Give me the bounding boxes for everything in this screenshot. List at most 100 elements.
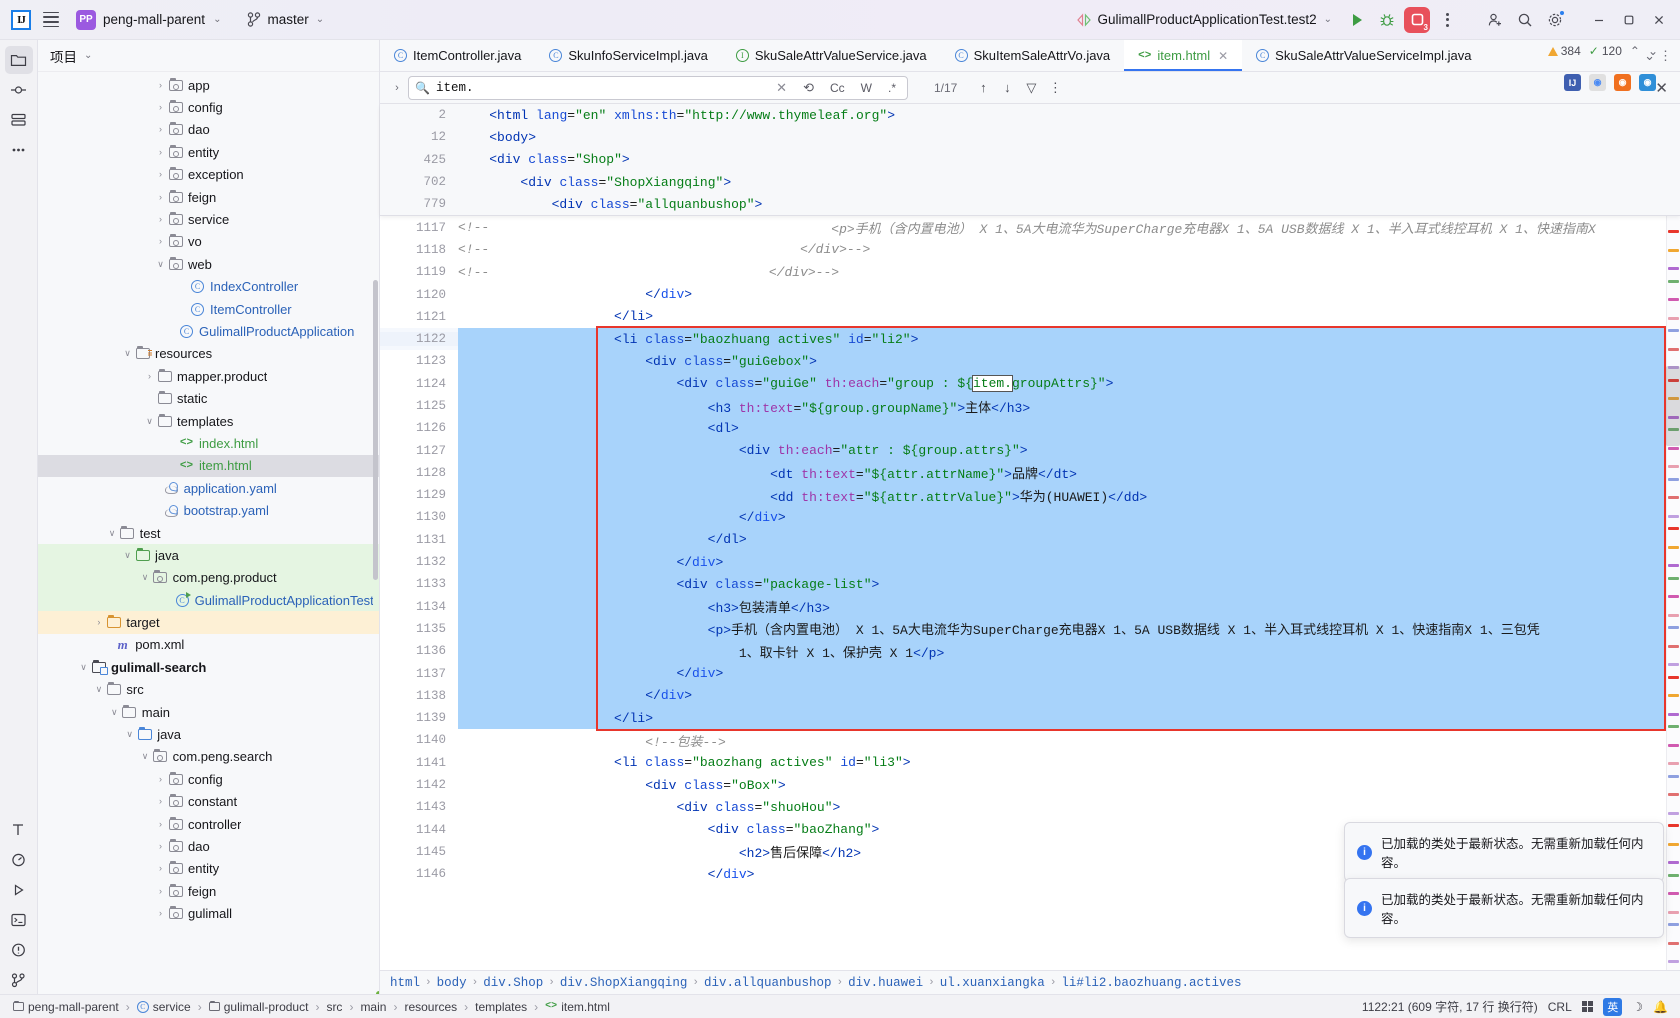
find-filter-button[interactable]: ▽ [1019, 80, 1043, 96]
code-line[interactable]: 1125 <h3 th:text="${group.groupName}">主体… [380, 394, 1680, 418]
words-toggle[interactable]: W [856, 81, 877, 95]
tree-node[interactable]: › vo [38, 231, 379, 253]
clear-find-icon[interactable]: ✕ [771, 80, 792, 96]
project-tree[interactable]: › app › config › dao › entity › exception › feign › s… [38, 72, 379, 994]
code-marker[interactable] [1668, 514, 1679, 518]
code-marker[interactable] [1668, 446, 1679, 450]
tree-node[interactable]: › mapper.product [38, 365, 379, 387]
code-marker[interactable] [1668, 762, 1679, 766]
line-number[interactable]: 1131 [380, 533, 458, 547]
code-marker[interactable] [1668, 576, 1679, 580]
line-number[interactable]: 1145 [380, 845, 458, 859]
code-marker[interactable] [1668, 960, 1679, 964]
code-marker[interactable] [1668, 477, 1679, 481]
code-line[interactable]: 1121 </li> [380, 306, 1680, 328]
line-number[interactable]: 1133 [380, 577, 458, 591]
code-marker[interactable] [1668, 626, 1679, 630]
intellij-logo-icon[interactable]: IJ [8, 7, 34, 33]
code-marker[interactable] [1668, 298, 1679, 302]
tree-expand-arrow[interactable]: ∨ [108, 707, 121, 717]
code-marker[interactable] [1668, 910, 1679, 914]
tree-expand-arrow[interactable]: › [154, 909, 167, 918]
line-number[interactable]: 1135 [380, 622, 458, 636]
code-marker[interactable] [1668, 316, 1679, 320]
tree-node[interactable]: ∨ gulimall-search [38, 656, 379, 678]
firefox-browser-icon[interactable]: ◉ [1614, 74, 1631, 91]
add-account-button[interactable] [1482, 7, 1508, 33]
code-text[interactable]: <div class="guiGebox"> [458, 350, 1680, 373]
tree-expand-arrow[interactable]: › [92, 618, 105, 627]
code-marker[interactable] [1668, 465, 1679, 469]
code-line[interactable]: 1135 <p>手机（含内置电池） X 1、5A大电流华为SuperCharge… [380, 617, 1680, 641]
code-text[interactable]: <!-- </div>--> [458, 239, 1680, 261]
search-icon[interactable]: 🔍 [415, 81, 430, 95]
notification-bell-icon[interactable]: 🔔 [1653, 1000, 1668, 1014]
code-text[interactable]: <li class="baozhang actives" id="li3"> [458, 752, 1680, 774]
code-line[interactable]: 1128 <dt th:text="${attr.attrName}">品牌</… [380, 461, 1680, 485]
line-number[interactable]: 1125 [380, 399, 458, 413]
code-line[interactable]: 1137 </div> [380, 662, 1680, 685]
editor-tab[interactable]: C SkuInfoServiceImpl.java [535, 40, 721, 71]
code-text[interactable]: <dt th:text="${attr.attrName}">品牌</dt> [458, 461, 1680, 485]
line-number[interactable]: 1138 [380, 689, 458, 703]
code-line[interactable]: 1133 <div class="package-list"> [380, 573, 1680, 596]
code-text[interactable]: <div class="package-list"> [458, 573, 1680, 596]
tree-expand-arrow[interactable]: › [154, 192, 167, 202]
tree-node[interactable]: › dao [38, 835, 379, 857]
code-text[interactable]: </li> [458, 707, 1680, 730]
code-line[interactable]: 1119 <!-- </div>--> [380, 261, 1680, 283]
debug-button[interactable] [1374, 7, 1400, 33]
breadcrumb-item[interactable]: html [390, 976, 420, 990]
code-line[interactable]: 1129 <dd th:text="${attr.attrValue}">华为(… [380, 484, 1680, 507]
minimize-button[interactable] [1586, 7, 1612, 33]
editor-breadcrumb[interactable]: html › body › div.Shop › div.ShopXiangqing › div… [380, 970, 1680, 994]
code-line[interactable]: 1127 <div th:each="attr : ${group.attrs}… [380, 439, 1680, 462]
tree-node[interactable]: ∨ java [38, 723, 379, 745]
tree-node[interactable]: ∨ test [38, 522, 379, 544]
tree-node[interactable]: ∨ main [38, 701, 379, 723]
line-number[interactable]: 1126 [380, 421, 458, 435]
find-close-button[interactable]: ✕ [1655, 79, 1668, 97]
rail-terminal-button[interactable] [5, 906, 33, 934]
breadcrumb-item[interactable]: div.allquanbushop [704, 976, 832, 990]
status-breadcrumb-item[interactable]: peng-mall-parent [8, 997, 124, 1017]
code-marker[interactable] [1668, 712, 1679, 716]
status-bar-breadcrumb[interactable]: peng-mall-parent › Cservice › gulimall-produ… [8, 997, 615, 1017]
line-number[interactable]: 1132 [380, 555, 458, 569]
tree-node[interactable]: ∨ com.peng.product [38, 566, 379, 589]
code-marker[interactable] [1668, 644, 1679, 648]
line-number[interactable]: 1119 [380, 265, 458, 279]
status-breadcrumb-item[interactable]: Cservice [132, 997, 196, 1017]
search-everywhere-button[interactable] [1512, 7, 1538, 33]
code-marker[interactable] [1668, 725, 1679, 729]
rail-structure-button[interactable] [5, 106, 33, 134]
tree-expand-arrow[interactable]: ∨ [77, 662, 90, 672]
tree-expand-arrow[interactable]: ∨ [139, 573, 152, 582]
tree-node[interactable]: ∨ web [38, 253, 379, 275]
code-marker[interactable] [1668, 279, 1679, 283]
close-icon[interactable]: ✕ [1218, 49, 1228, 63]
code-text[interactable]: <div class="oBox"> [458, 774, 1680, 796]
find-input-wrapper[interactable]: 🔍 item. ✕ ⟲ Cc W .* [408, 75, 908, 100]
code-line[interactable]: 1139 </li> [380, 707, 1680, 730]
code-text[interactable]: </dl> [458, 528, 1680, 551]
notification-balloon[interactable]: i 已加载的类处于最新状态。无需重新加载任何内容。 [1344, 878, 1664, 938]
code-line[interactable]: 1120 </div> [380, 283, 1680, 305]
code-marker[interactable] [1668, 892, 1679, 896]
line-number[interactable]: 1144 [380, 823, 458, 837]
tree-expand-arrow[interactable]: › [154, 797, 167, 806]
code-marker[interactable] [1668, 793, 1679, 797]
code-text[interactable]: <!-- <p>手机（含内置电池） X 1、5A大电流华为SuperCharge… [458, 216, 1680, 238]
code-text[interactable]: <h3>包装清单</h3> [458, 595, 1680, 618]
tree-node[interactable]: › app [38, 74, 379, 96]
code-line[interactable]: 1130 </div> [380, 506, 1680, 529]
code-line[interactable]: 1140 <!--包装--> [380, 729, 1680, 751]
line-number[interactable]: 1136 [380, 644, 458, 658]
code-text[interactable]: <li class="baozhuang actives" id="li2"> [458, 327, 1680, 351]
status-breadcrumb-item[interactable]: templates [470, 997, 532, 1017]
maximize-button[interactable] [1616, 7, 1642, 33]
find-next-button[interactable]: ↓ [995, 80, 1019, 95]
tree-expand-arrow[interactable]: ∨ [121, 550, 134, 560]
code-marker[interactable] [1668, 941, 1679, 945]
code-line[interactable]: 1142 <div class="oBox"> [380, 774, 1680, 796]
